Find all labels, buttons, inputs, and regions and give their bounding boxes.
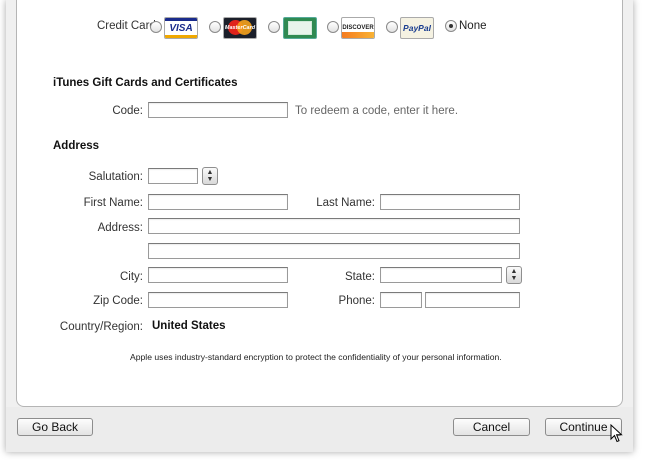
address-label: Address: (97, 222, 143, 234)
visa-radio[interactable] (150, 21, 162, 33)
mouse-cursor-icon (610, 424, 623, 443)
phone-number-input[interactable] (425, 292, 520, 308)
amex-radio[interactable] (268, 21, 280, 33)
country-region-label: Country/Region: (59, 321, 143, 333)
mastercard-radio[interactable] (209, 21, 221, 33)
state-label: State: (344, 271, 375, 283)
first-name-input[interactable] (148, 194, 288, 210)
none-radio[interactable] (445, 20, 457, 32)
credit-card-label: Credit Card: (97, 20, 159, 32)
amex-card-icon (283, 17, 317, 39)
address-line2-input[interactable] (148, 243, 520, 259)
paypal-radio[interactable] (386, 21, 398, 33)
go-back-button[interactable]: Go Back (17, 418, 93, 436)
salutation-field[interactable] (148, 168, 198, 184)
form-panel: Credit Card: VISA MasterCard DISCOVER Pa… (16, 0, 623, 407)
state-field[interactable] (380, 267, 502, 283)
phone-label: Phone: (338, 295, 375, 307)
last-name-input[interactable] (380, 194, 520, 210)
state-dropdown-button[interactable]: ▲ ▼ (506, 266, 522, 284)
address-heading: Address (53, 140, 100, 152)
last-name-label: Last Name: (316, 197, 375, 209)
paypal-card-icon: PayPal (400, 17, 434, 39)
discover-radio[interactable] (327, 21, 339, 33)
cancel-button[interactable]: Cancel (453, 418, 530, 436)
salutation-label: Salutation: (88, 171, 143, 183)
mastercard-card-icon: MasterCard (223, 17, 257, 39)
button-bar (6, 407, 633, 452)
code-label: Code: (112, 105, 143, 117)
zip-code-label: Zip Code: (93, 295, 143, 307)
discover-card-icon: DISCOVER (341, 17, 375, 39)
zip-code-input[interactable] (148, 292, 288, 308)
phone-area-code-input[interactable] (380, 292, 422, 308)
address-line1-input[interactable] (148, 218, 520, 234)
salutation-dropdown-button[interactable]: ▲ ▼ (202, 167, 218, 185)
visa-card-icon: VISA (164, 17, 198, 39)
encryption-notice: Apple uses industry-standard encryption … (130, 352, 502, 362)
country-region-value: United States (152, 320, 226, 332)
city-label: City: (120, 271, 143, 283)
first-name-label: First Name: (83, 197, 143, 209)
gift-code-hint: To redeem a code, enter it here. (295, 105, 459, 117)
none-label: None (459, 20, 487, 32)
gift-code-input[interactable] (148, 102, 288, 118)
city-input[interactable] (148, 267, 288, 283)
gift-cards-heading: iTunes Gift Cards and Certificates (53, 77, 238, 89)
